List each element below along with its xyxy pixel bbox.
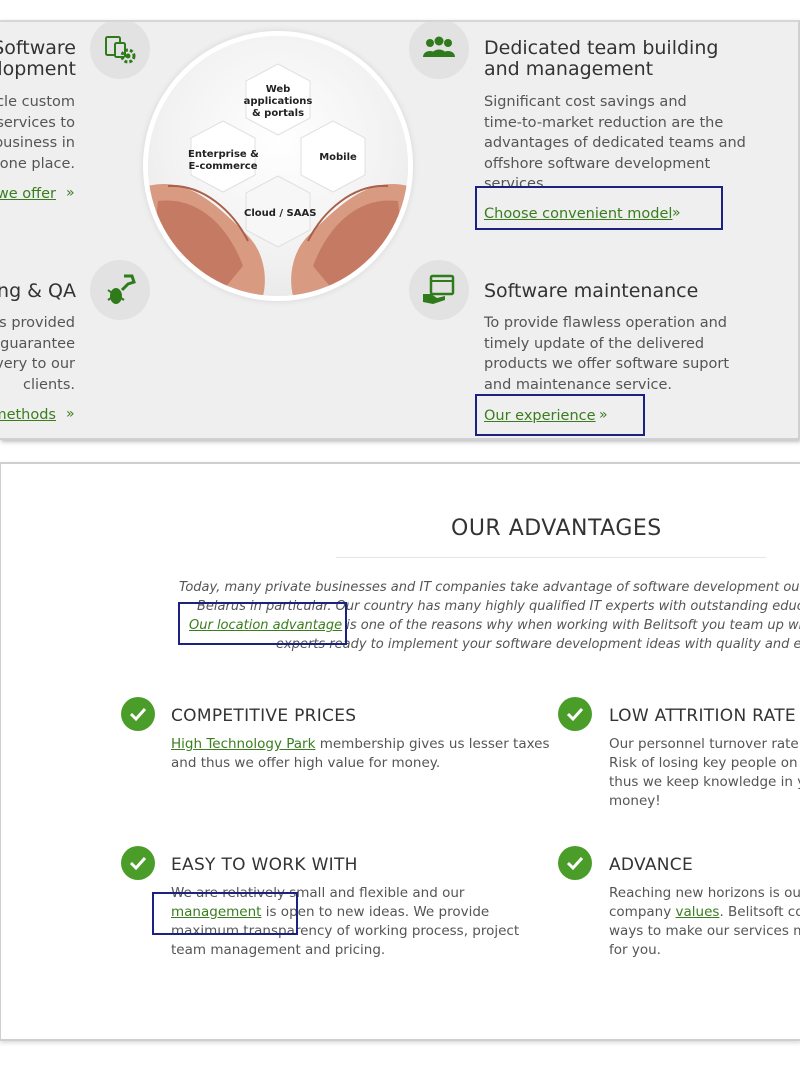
values-link[interactable]: values [676,904,720,920]
our-methods-link[interactable]: Our methods [0,405,56,425]
intro-line: experts ready to implement your software… [276,637,800,652]
title-divider [336,557,766,558]
service-text-software-development: Full cycle custom software services to g… [0,94,75,172]
services-hero-image: Web applications & portals Enterprise & … [148,36,408,296]
advantage-text: Reaching new horizons is our company val… [609,885,800,958]
check-icon [558,846,592,880]
hex-label-web: Web applications & portals [243,84,313,119]
service-title-dedicated-team: Dedicated team building and management [484,37,719,80]
service-text-software-maintenance: To provide flawless operation and timely… [484,315,730,393]
service-title-software-maintenance: Software maintenance [484,280,699,302]
bug-wrench-icon [90,260,150,320]
highlight-box [178,602,347,645]
advantage-heading: EASY TO WORK WITH [171,855,358,875]
check-icon [558,697,592,731]
advantage-heading: COMPETITIVE PRICES [171,706,357,726]
hands-illustration [148,63,408,296]
advantage-heading: LOW ATTRITION RATE [609,706,796,726]
maintenance-screen-icon [409,260,469,320]
service-text-dedicated-team: Significant cost savings and time-to-mar… [484,94,746,192]
advantage-text: High Technology Park membership gives us… [171,736,550,771]
service-title-testing-qa: Testing & QA [0,280,76,302]
check-icon [121,697,155,731]
highlight-box [475,186,723,230]
services-panel: Software development Full cycle custom s… [0,20,800,440]
hex-label-enterprise: Enterprise & E-commerce [188,149,259,172]
highlight-box [475,394,645,436]
chevron-right-icon: » [66,406,75,422]
advantage-text: Our personnel turnover rate is Risk of l… [609,736,800,809]
team-icon [409,22,469,79]
section-title: OUR ADVANTAGES [451,516,662,541]
devices-gear-icon [90,22,150,79]
service-text-testing-qa: Software services provided by us guarant… [0,315,75,393]
advantages-panel: OUR ADVANTAGES Today, many private busin… [0,462,800,1041]
service-title-software-development: Software development [0,37,76,80]
highlight-box [152,892,298,935]
hex-label-cloud: Cloud / SAAS [244,208,317,219]
hex-label-mobile: Mobile [319,152,357,163]
intro-line: Today, many private businesses and IT co… [179,580,800,595]
check-icon [121,846,155,880]
advantage-heading: ADVANCE [609,855,694,875]
chevron-right-icon: » [66,185,75,201]
what-we-offer-link[interactable]: What we offer [0,184,56,204]
high-technology-park-link[interactable]: High Technology Park [171,736,315,752]
